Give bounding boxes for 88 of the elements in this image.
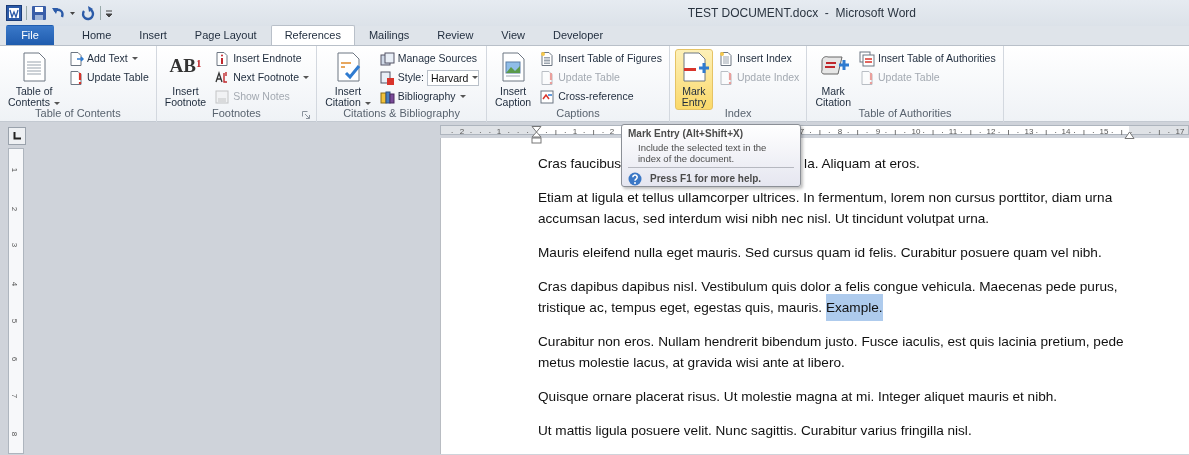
style-dropdown[interactable]: Harvard [427,69,479,86]
ruler-number: 10 [911,126,921,138]
ruler-number: 2 [459,126,465,138]
window-title: TEST DOCUMENT.docx - Microsoft Word [687,5,916,22]
ruler-number: 5 [9,318,21,324]
ribbon-tab[interactable]: Insert [125,25,181,45]
document-exclamation-icon [68,69,85,86]
document-info-icon [214,50,231,67]
ribbon-button[interactable]: Mark Entry [674,49,713,110]
ribbon-button[interactable]: Next Footnote [212,68,312,87]
ruler-number: 4 [9,281,21,287]
ribbon-tab[interactable]: Developer [539,25,618,45]
tooltip-title: Mark Entry (Alt+Shift+X) [628,128,745,140]
ribbon-tab[interactable]: Page Layout [180,25,271,45]
paragraph-text: Cras faucibus [538,155,622,173]
word-logo-icon[interactable] [6,5,22,21]
group-label: Footnotes [211,107,261,119]
dialog-launcher-icon[interactable] [302,111,311,119]
ribbon-button[interactable]: Insert Citation [322,49,374,110]
group-label: Captions [556,107,600,119]
ruler-number: 11 [948,126,958,138]
style-label: Style: [397,69,424,85]
ribbon-button[interactable]: Insert Table of Figures [537,49,664,68]
ribbon-button[interactable]: Bibliography [376,87,481,106]
ruler-number: 1 [496,126,502,138]
group-label: Index [724,107,752,119]
ruler-number: 1 [9,167,21,173]
ribbon-button[interactable]: Table of Contents [5,49,64,110]
ruler-number: 8 [9,431,21,437]
file-tab[interactable]: File [6,25,54,45]
document-arrow-icon [68,50,85,67]
paragraph: Etiam at ligula et tellus ullamcorper ultrices. In fermentum, lorem non cursus porttitor, diam urna accumsan lacus, sed interdum wisi nibh nec nisl. Ut tincidunt volutpat urna. [538,189,1114,228]
ribbon-button[interactable]: Manage Sources [376,49,481,68]
ruler-number: 8 [837,126,843,138]
paragraph: Cras dapibus dapibus nisl. Vestibulum quis dolor a felis congue vehicula. Maecenas pede purus, tristique ac, tempus eget, egestas quis, mauris. Example. [538,276,1130,318]
ruler-number: 9 [875,126,881,138]
paragraph: Mauris eleifend nulla eget mauris. Sed cursus quam id felis. Curabitur posuere quam vel nibh. [538,244,1103,262]
group-label: Table of Authorities [858,107,952,119]
paragraph-text: la. Aliquam at eros. [804,155,920,173]
ribbon-button[interactable]: Update Table [66,68,151,87]
document-arrows-icon [539,88,556,105]
indent-marker-icon[interactable] [531,126,542,144]
ruler-number: 3 [9,242,21,248]
ruler-number: 15 [1099,126,1109,138]
ribbon-button[interactable]: Add Text [66,49,151,68]
paragraph: Ut mattis ligula posuere velit. Nunc sagittis. Curabitur varius fringilla nisl. [538,422,973,440]
document-exclamation-icon [717,69,734,86]
ribbon-button[interactable]: Cross-reference [537,87,664,106]
save-icon[interactable] [31,5,47,21]
document-exclamation-icon [859,69,875,86]
group-label: Citations & Bibliography [343,107,460,119]
ribbon-button[interactable]: Insert Table of Authorities [857,49,998,68]
ruler-number: 7 [9,393,21,399]
redo-icon[interactable] [80,5,96,21]
ruler-number: 7 [799,126,805,138]
ruler-number: 12 [986,126,996,138]
ribbon-tab[interactable]: Review [423,25,488,45]
ribbon-tab[interactable]: Home [68,25,126,45]
ruler-number: 17 [1175,126,1185,138]
ruler-number: 2 [609,126,615,138]
tab-selector[interactable] [8,127,26,145]
ruler-number: 6 [9,356,21,362]
left-tab-stop-icon [13,132,21,140]
ruler-number: 2 [9,206,21,212]
paragraph: Quisque ornare placerat risus. Ut molestie magna at mi. Integer aliquet mauris et nibh. [538,388,1059,406]
ribbon-button[interactable]: AB$^{1}$ Insert Footnote [161,49,210,110]
document-style-icon [378,69,395,86]
ribbon-tab[interactable]: References [270,25,355,45]
document-exclamation-icon [539,69,556,86]
ruler-number: 13 [1024,126,1034,138]
ribbon-button[interactable]: Mark Citation [812,49,854,110]
ribbon-button[interactable]: Insert Index [715,49,802,68]
tooltip-text: Include the selected text in the index of the document. [637,141,768,166]
help-text: Press F1 for more help. [650,172,762,186]
notes-icon [214,88,231,105]
ribbon-tab[interactable]: Mailings [354,25,424,45]
help-icon [628,171,642,186]
document-star-icon [539,50,556,67]
ribbon-button[interactable]: Insert Endnote [212,49,312,68]
paragraph: Curabitur non eros. Nullam hendrerit bibendum justo. Fusce iaculis, est quis lacinia pretium, pede metus molestie lacus, at gravida wisi ante at libero. [538,333,1125,372]
ribbon-button[interactable]: Insert Caption [492,49,535,110]
group-label: Table of Contents [35,107,121,119]
ruler-number: 1 [572,126,578,138]
ribbon-tab[interactable]: View [487,25,539,45]
document-star-icon [717,50,734,67]
documents-icon [859,50,875,67]
ruler-number: 14 [1061,126,1071,138]
footnote-glyph: AB$^{1}$ [169,54,202,78]
